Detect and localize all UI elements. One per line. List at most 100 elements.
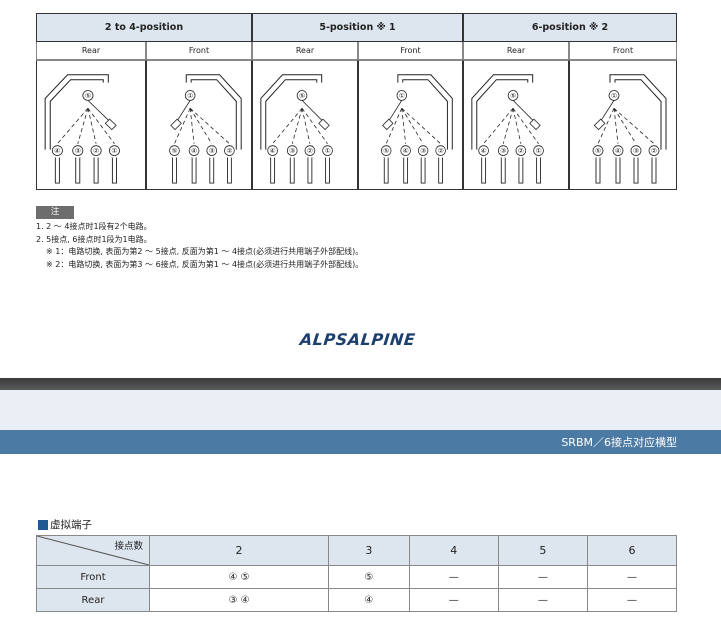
table-cell: ④ ⑤: [148, 565, 330, 589]
terminal-pin: [172, 157, 177, 184]
frame-line: [609, 74, 667, 150]
terminal-label: ③: [209, 147, 215, 155]
terminal-label: ①: [535, 147, 541, 155]
diagram-table: 2 to 4-position 5-position ※ 1 6-positio…: [36, 13, 677, 190]
common-terminal-label: ①: [399, 92, 405, 100]
common-terminal-label: ①: [611, 92, 617, 100]
terminal-diagram: ① ⑤ ④ ③ ②: [358, 60, 463, 190]
table-cell: —: [497, 588, 588, 612]
frame-line: [44, 74, 109, 150]
terminal-label: ②: [93, 146, 99, 155]
terminal-label: ②: [518, 147, 524, 155]
terminal-pin: [75, 157, 81, 184]
terminal-label: ④: [270, 147, 276, 155]
contact-resistor: [382, 118, 394, 131]
common-terminal-label: ⑤: [510, 92, 516, 100]
contact-resistor: [170, 118, 182, 131]
page-divider: [0, 378, 721, 390]
terminal-diagram: ⑤ ④ ③ ② ①: [252, 60, 358, 190]
table-cell: —: [497, 565, 588, 589]
page-header-band: [0, 390, 721, 430]
column-header: 4: [408, 535, 499, 566]
table-cell: —: [408, 588, 499, 612]
brand-logo: ALPSALPINE: [299, 330, 417, 349]
switch-diagram: ⑤ ④ ③ ② ①: [44, 74, 120, 184]
terminal-diagram: ⑤ ④ ③ ② ①: [463, 60, 569, 190]
terminal-label: ②: [651, 147, 657, 155]
frame-line: [397, 74, 453, 150]
contact-line: [57, 108, 89, 144]
note-line: ※ 2：电路切换, 表面为第3 ～ 6接点, 反面为第1 ～ 4接点(必须进行共…: [46, 259, 364, 269]
group-header-6: 6-position ※ 2: [463, 13, 677, 42]
sub-header-front: Front: [569, 42, 677, 60]
table-cell: —: [586, 565, 678, 589]
contact-line: [401, 108, 407, 144]
terminal-label: ⑤: [383, 147, 389, 155]
terminal-pin: [438, 157, 444, 184]
column-header: 2: [148, 535, 330, 566]
rotor-arm: [512, 100, 535, 123]
terminal-diagram: ⑤ ④ ③ ② ①: [36, 60, 146, 190]
common-terminal-label: ①: [187, 92, 193, 100]
sub-header-rear: Rear: [36, 42, 146, 60]
terminal-label: ④: [54, 146, 60, 155]
contact-resistor: [318, 118, 330, 131]
switch-diagram: ① ⑤ ④ ③ ②: [169, 74, 242, 184]
switch-diagram: ① ⑤ ④ ③ ②: [380, 74, 453, 184]
contact-line: [87, 108, 97, 144]
terminal-pin: [325, 157, 330, 184]
page-title: SRBM／6接点对应横型: [561, 436, 677, 449]
terminal-label: ②: [307, 147, 313, 155]
terminal-pin: [54, 157, 60, 184]
contact-line: [483, 108, 514, 144]
contact-line: [189, 107, 230, 145]
contact-resistor: [104, 118, 117, 131]
terminal-pin: [481, 157, 487, 184]
contact-line: [613, 108, 619, 144]
virtual-terminal-table: 接点数 2 3 4 5 6 Front ④ ⑤ ⑤ — — — Rear ③ ④…: [36, 535, 678, 612]
table-cell: —: [408, 565, 499, 589]
terminal-label: ③: [420, 147, 426, 155]
rotor-arm: [387, 100, 403, 123]
contact-resistor: [593, 118, 606, 131]
table-cell: —: [586, 588, 678, 612]
group-header-2-4: 2 to 4-position: [36, 13, 252, 42]
terminal-pin: [536, 157, 541, 184]
terminal-diagram: ① ⑤ ④ ③ ②: [569, 60, 677, 190]
contact-line: [301, 108, 311, 144]
corner-label: 接点数: [114, 541, 143, 552]
terminal-pin: [518, 157, 524, 184]
frame-line: [185, 74, 242, 150]
column-header: 6: [586, 535, 678, 566]
switch-diagram: ① ⑤ ④ ③ ②: [592, 74, 667, 184]
note-line: ※ 1：电路切换, 表面为第2 ～ 5接点, 反面为第1 ～ 4接点(必须进行共…: [46, 247, 364, 256]
terminal-label: ③: [500, 147, 506, 155]
terminal-label: ③: [75, 146, 81, 155]
terminal-label: ②: [438, 147, 444, 155]
terminal-pin: [209, 157, 215, 184]
terminal-label: ④: [403, 147, 409, 155]
terminal-label: ⑤: [595, 147, 601, 155]
column-header: 5: [497, 535, 588, 566]
table-corner-cell: 接点数: [36, 535, 150, 566]
table-cell: ⑤: [328, 565, 410, 589]
terminal-pin: [383, 157, 389, 184]
terminal-pin: [93, 157, 99, 184]
terminal-pin: [289, 157, 295, 184]
terminal-pin: [633, 157, 639, 184]
terminal-pin: [307, 157, 313, 184]
terminal-label: ④: [481, 147, 487, 155]
terminal-diagram: ① ⑤ ④ ③ ②: [146, 60, 252, 190]
frame-line: [471, 74, 534, 150]
note-line: 2. 5接点, 6接点时1段为1电路。: [36, 234, 152, 244]
contact-line: [401, 107, 441, 145]
terminal-label: ①: [111, 146, 117, 155]
rotor-arm: [176, 100, 191, 123]
column-header: 3: [328, 535, 410, 566]
table-header-row: 接点数 2 3 4 5 6: [36, 535, 678, 566]
frame-line: [476, 79, 529, 150]
frame-line: [190, 79, 237, 150]
switch-diagram: ⑤ ④ ③ ② ①: [260, 74, 333, 184]
terminal-pin: [191, 157, 197, 184]
terminal-pin: [111, 157, 117, 184]
